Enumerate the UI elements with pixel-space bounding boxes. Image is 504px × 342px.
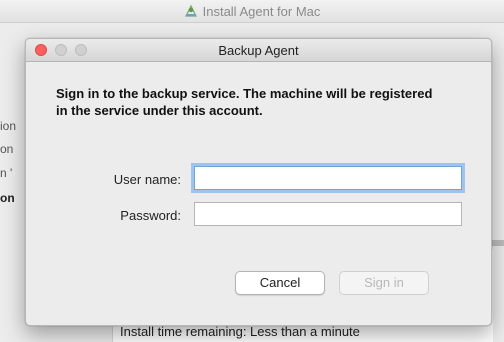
progress-bar-edge: [490, 240, 504, 246]
sidebar-fragment: n ': [0, 166, 13, 180]
password-input[interactable]: [194, 202, 462, 226]
sidebar-fragment: on: [0, 142, 14, 156]
password-label: Password:: [120, 208, 181, 223]
sign-in-button[interactable]: Sign in: [339, 271, 429, 295]
installer-titlebar: Install Agent for Mac: [0, 0, 504, 23]
dialog-title: Backup Agent: [218, 43, 299, 58]
install-status-text: Install time remaining: Less than a minu…: [120, 324, 360, 339]
dialog-titlebar: Backup Agent: [26, 39, 491, 62]
installer-title: Install Agent for Mac: [202, 4, 321, 19]
username-label: User name:: [113, 172, 181, 187]
installer-app-icon: [184, 4, 198, 21]
sidebar-fragment: ion: [0, 119, 17, 133]
cancel-button[interactable]: Cancel: [235, 271, 325, 295]
username-input[interactable]: [194, 166, 462, 190]
sign-in-dialog: Backup Agent Sign in to the backup servi…: [25, 38, 492, 326]
sidebar-fragment: on: [0, 191, 15, 205]
sign-in-instructions: Sign in to the backup service. The machi…: [56, 86, 433, 118]
